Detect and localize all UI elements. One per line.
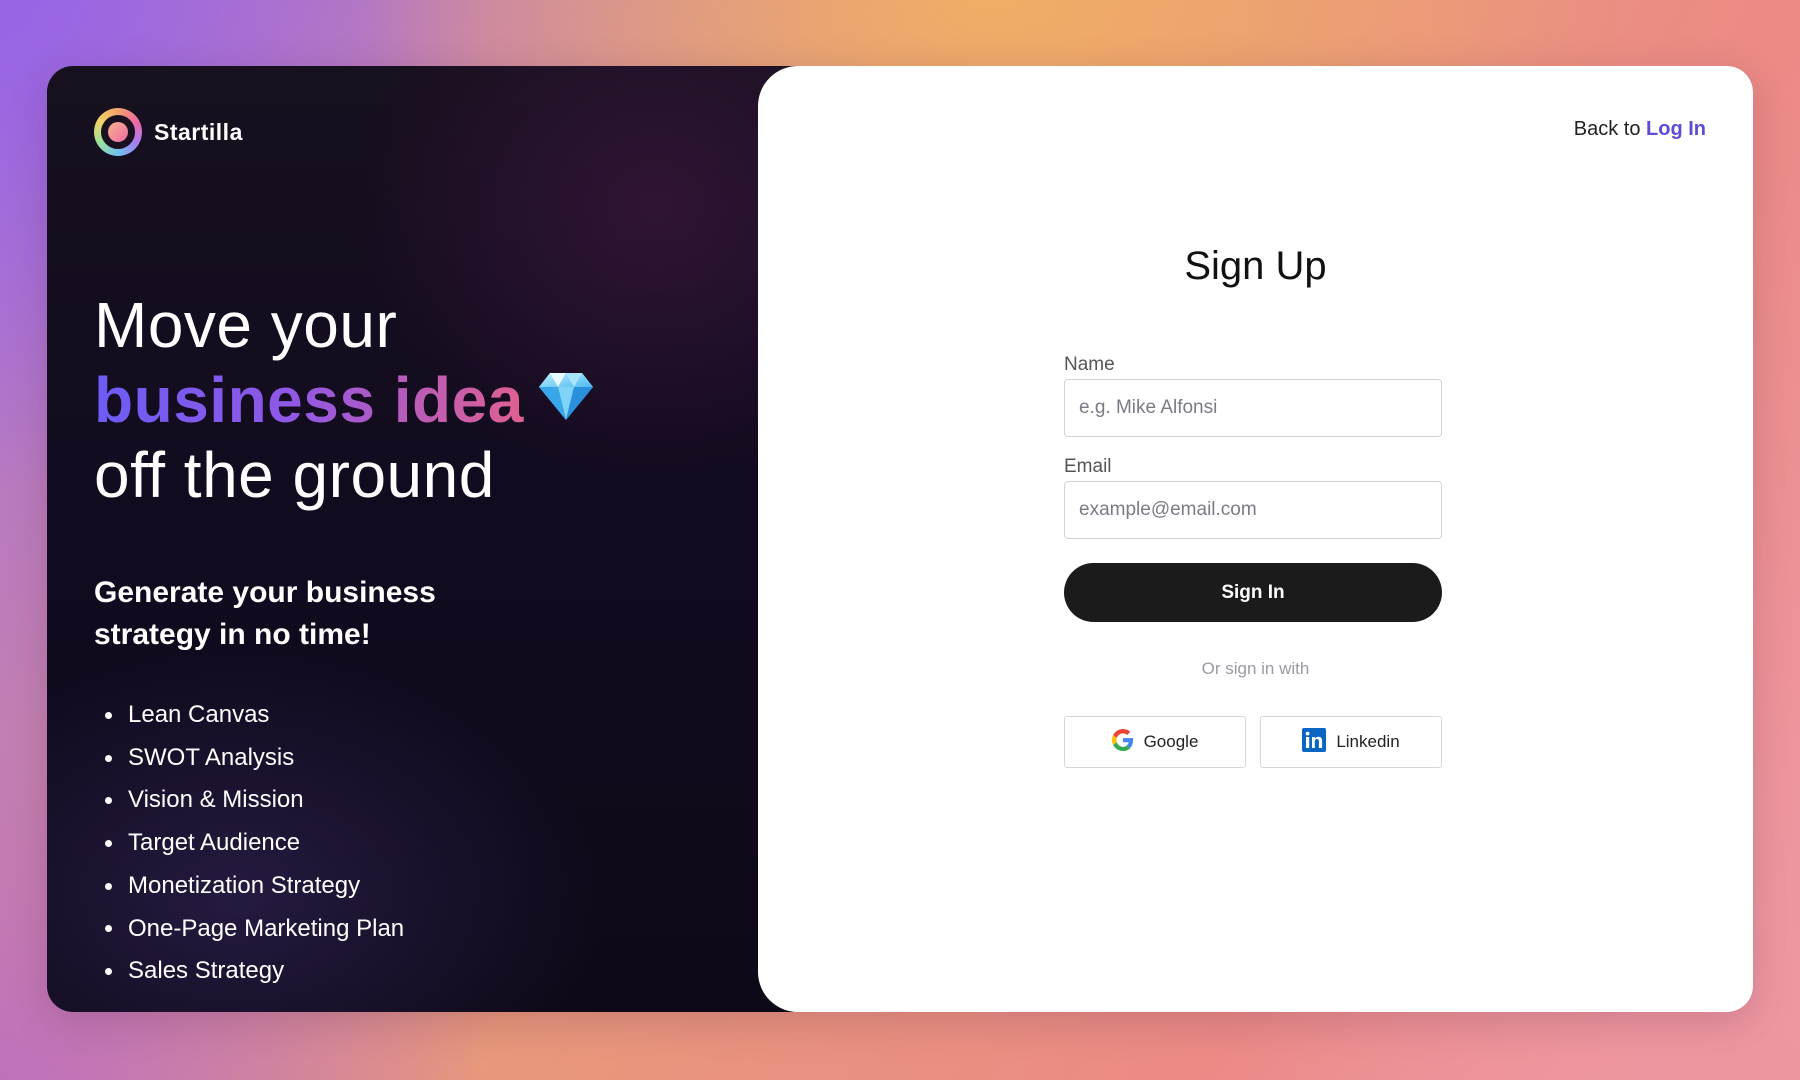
brand-name: Startilla bbox=[154, 118, 243, 145]
list-item: Sales Strategy bbox=[105, 950, 404, 993]
marketing-panel: Startilla Move your business idea off th… bbox=[47, 66, 807, 1012]
google-icon bbox=[1111, 728, 1134, 756]
back-to-login: Back to Log In bbox=[1574, 118, 1706, 141]
list-item: One-Page Marketing Plan bbox=[105, 908, 404, 951]
list-item: Lean Canvas bbox=[105, 694, 404, 737]
page-title: Sign Up bbox=[1184, 244, 1327, 288]
name-label: Name bbox=[1064, 354, 1115, 375]
back-text: Back to bbox=[1573, 118, 1641, 140]
startilla-logo-icon bbox=[94, 108, 142, 156]
linkedin-label: Linkedin bbox=[1336, 732, 1400, 751]
hero-headline: Move your business idea off the ground bbox=[94, 288, 594, 513]
linkedin-signin-button[interactable]: Linkedin bbox=[1260, 716, 1442, 768]
feature-list: Lean Canvas SWOT Analysis Vision & Missi… bbox=[105, 694, 404, 993]
gem-icon bbox=[538, 362, 594, 437]
google-signin-button[interactable]: Google bbox=[1064, 716, 1246, 768]
brand-logo[interactable]: Startilla bbox=[94, 108, 243, 156]
sign-in-button[interactable]: Sign In bbox=[1064, 563, 1442, 622]
list-item: SWOT Analysis bbox=[105, 737, 404, 780]
list-item: Monetization Strategy bbox=[105, 865, 404, 908]
login-link[interactable]: Log In bbox=[1646, 118, 1706, 140]
subheading: Generate your business strategy in no ti… bbox=[94, 576, 436, 651]
name-field[interactable] bbox=[1064, 379, 1442, 437]
hero-line-2: business idea bbox=[94, 363, 594, 438]
hero-line-3: off the ground bbox=[94, 439, 495, 511]
list-item: Vision & Mission bbox=[105, 779, 404, 822]
or-divider-text: Or sign in with bbox=[1201, 659, 1310, 678]
hero-highlight: business idea bbox=[94, 364, 524, 436]
google-label: Google bbox=[1143, 732, 1199, 751]
auth-card: Startilla Move your business idea off th… bbox=[47, 66, 1753, 1012]
linkedin-icon bbox=[1302, 727, 1327, 757]
hero-line-1: Move your bbox=[94, 289, 398, 361]
list-item: Target Audience bbox=[105, 822, 404, 865]
email-field[interactable] bbox=[1064, 481, 1442, 539]
email-label: Email bbox=[1064, 456, 1112, 477]
signup-panel: Back to Log In Sign Up Name Email Sign I… bbox=[758, 66, 1753, 1012]
